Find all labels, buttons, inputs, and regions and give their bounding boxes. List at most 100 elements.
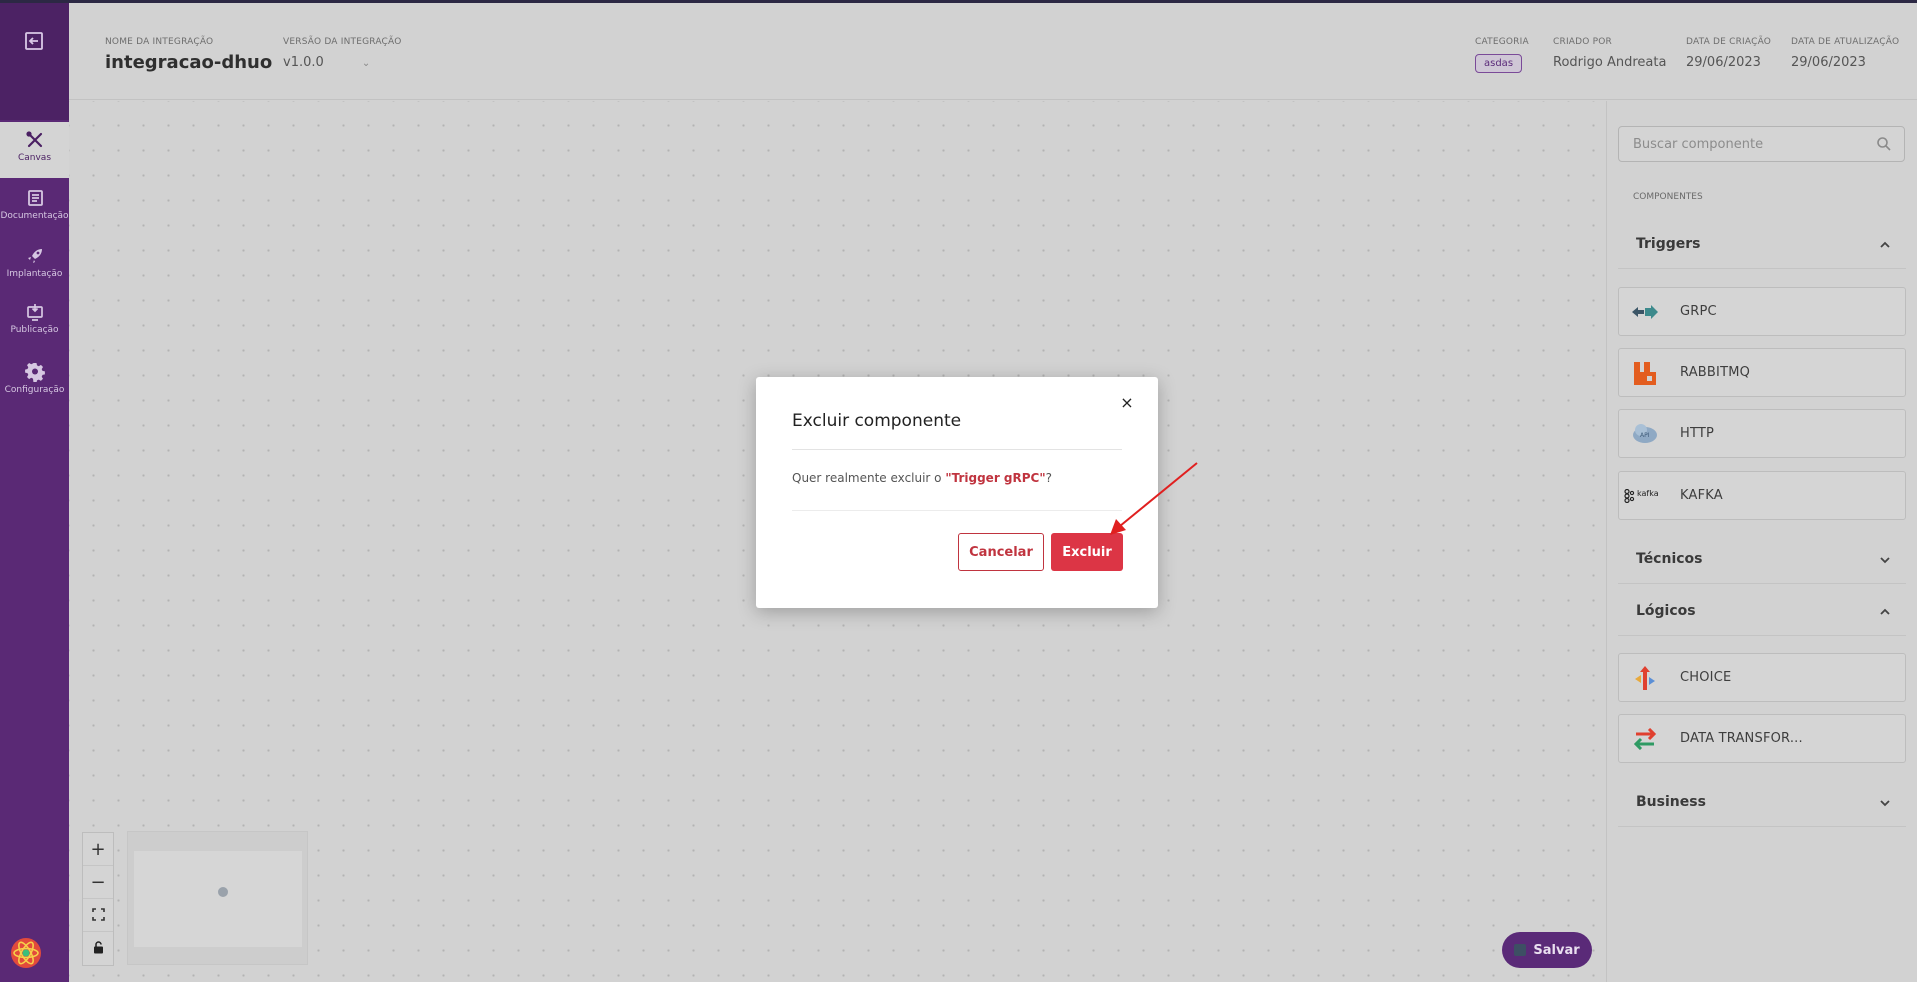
kafka-icon: kafka (1623, 483, 1667, 509)
close-icon[interactable]: × (1118, 394, 1136, 412)
version-field[interactable]: VERSÃO DA INTEGRAÇÃO v1.0.0 ⌄ (283, 37, 402, 70)
divider (792, 510, 1122, 511)
section-title: Business (1636, 794, 1706, 810)
minus-icon: − (90, 871, 106, 893)
publish-icon (25, 302, 45, 322)
updated-date-value: 29/06/2023 (1791, 55, 1866, 70)
created-by-field: CRIADO POR Rodrigo Andreata (1553, 37, 1666, 70)
book-icon (25, 188, 45, 208)
section-tecnicos[interactable]: Técnicos (1618, 534, 1906, 584)
sidebar-item-documentacao[interactable]: Documentação (0, 180, 69, 236)
exit-icon[interactable] (22, 29, 46, 53)
category-caption: CATEGORIA (1475, 37, 1529, 47)
zoom-in-button[interactable]: + (83, 833, 113, 866)
component-card-rabbitmq[interactable]: RABBITMQ (1618, 348, 1906, 397)
grpc-icon (1631, 299, 1659, 325)
component-label: DATA TRANSFOR... (1680, 731, 1803, 746)
lock-button[interactable] (83, 932, 113, 965)
data-transform-icon (1631, 726, 1659, 752)
fullscreen-icon (91, 905, 105, 926)
minimap-node (218, 887, 228, 897)
integration-header: NOME DA INTEGRAÇÃO integracao-dhuo VERSÃ… (69, 3, 1917, 100)
updated-date-caption: DATA DE ATUALIZAÇÃO (1791, 37, 1900, 47)
plus-icon: + (90, 838, 106, 860)
fit-view-button[interactable] (83, 899, 113, 932)
sidebar-item-implantacao[interactable]: Implantação (0, 238, 69, 294)
components-title: COMPONENTES (1633, 192, 1703, 202)
gear-icon (24, 362, 45, 383)
component-label: RABBITMQ (1680, 365, 1751, 380)
kafka-logo-text: kafka (1637, 489, 1659, 498)
component-label: HTTP (1680, 426, 1715, 441)
choice-icon (1631, 665, 1659, 691)
chevron-down-icon[interactable] (1878, 795, 1892, 809)
annotation-arrow-icon (1110, 462, 1198, 535)
sidebar-item-label: Documentação (0, 211, 69, 221)
created-date-value: 29/06/2023 (1686, 55, 1761, 70)
sidebar-item-publicacao[interactable]: Publicação (0, 294, 69, 350)
integration-name-caption: NOME DA INTEGRAÇÃO (105, 37, 214, 47)
component-card-choice[interactable]: CHOICE (1618, 653, 1906, 702)
message-suffix: ? (1045, 471, 1052, 485)
chevron-up-icon[interactable] (1878, 604, 1892, 618)
save-icon (1514, 944, 1527, 956)
sidebar-item-label: Implantação (6, 269, 63, 279)
created-by-caption: CRIADO POR (1553, 37, 1612, 47)
canvas-controls: + − (82, 832, 114, 966)
search-icon[interactable] (1876, 136, 1892, 152)
message-prefix: Quer realmente excluir o (792, 471, 946, 485)
sidebar-item-label: Configuração (4, 385, 65, 395)
component-card-data-transformer[interactable]: DATA TRANSFOR... (1618, 714, 1906, 763)
version-value: v1.0.0 (283, 55, 324, 70)
component-card-http[interactable]: API HTTP (1618, 409, 1906, 458)
minimap-viewport (134, 851, 302, 947)
section-logicos[interactable]: Lógicos (1618, 586, 1906, 636)
cancel-button[interactable]: Cancelar (958, 533, 1044, 571)
section-business[interactable]: Business (1618, 777, 1906, 827)
search-input[interactable] (1619, 127, 1859, 161)
rocket-icon (25, 246, 45, 266)
created-date-field: DATA DE CRIAÇÃO 29/06/2023 (1686, 37, 1771, 70)
lock-icon (93, 938, 104, 959)
http-api-icon: API (1631, 421, 1659, 447)
svg-text:API: API (1640, 432, 1650, 439)
version-caption: VERSÃO DA INTEGRAÇÃO (283, 37, 402, 47)
integration-name: integracao-dhuo (105, 52, 273, 73)
sidebar-header (0, 3, 69, 120)
sidebar-item-canvas[interactable]: Canvas (0, 122, 69, 178)
sidebar-item-configuracao[interactable]: Configuração (0, 354, 69, 410)
component-label: CHOICE (1680, 670, 1732, 685)
updated-date-field: DATA DE ATUALIZAÇÃO 29/06/2023 (1791, 37, 1899, 70)
chevron-down-icon[interactable] (1878, 552, 1892, 566)
sidebar-item-label: Canvas (17, 153, 52, 163)
app-logo-icon (9, 936, 43, 970)
dialog-title: Excluir componente (792, 411, 962, 431)
section-triggers[interactable]: Triggers (1618, 219, 1906, 269)
zoom-out-button[interactable]: − (83, 866, 113, 899)
component-search[interactable] (1618, 126, 1905, 162)
category-badge: asdas (1475, 54, 1523, 73)
sidebar: Canvas Documentação Implantação Publicaç… (0, 0, 69, 982)
minimap[interactable] (127, 831, 308, 965)
divider (792, 449, 1122, 450)
version-select[interactable]: v1.0.0 ⌄ (283, 55, 402, 70)
rabbitmq-icon (1631, 360, 1659, 386)
dialog-message: Quer realmente excluir o "Trigger gRPC"? (792, 471, 1052, 485)
section-title: Triggers (1636, 236, 1701, 252)
section-title: Técnicos (1636, 551, 1703, 567)
sidebar-item-label: Publicação (10, 325, 59, 335)
category-field: CATEGORIA asdas (1475, 37, 1529, 73)
save-button[interactable]: Salvar (1502, 932, 1592, 968)
component-card-kafka[interactable]: kafka KAFKA (1618, 471, 1906, 520)
component-card-grpc[interactable]: GRPC (1618, 287, 1906, 336)
component-label: KAFKA (1680, 488, 1723, 503)
save-label: Salvar (1533, 942, 1580, 958)
created-date-caption: DATA DE CRIAÇÃO (1686, 37, 1772, 47)
chevron-down-icon[interactable]: ⌄ (362, 58, 370, 69)
chevron-up-icon[interactable] (1878, 237, 1892, 251)
component-label: GRPC (1680, 304, 1717, 319)
delete-component-dialog: × Excluir componente Quer realmente excl… (756, 377, 1158, 608)
components-panel: COMPONENTES Triggers GRPC RABBITMQ (1606, 101, 1917, 982)
message-component-name: "Trigger gRPC" (945, 471, 1046, 485)
integration-name-field: NOME DA INTEGRAÇÃO integracao-dhuo (105, 37, 272, 73)
